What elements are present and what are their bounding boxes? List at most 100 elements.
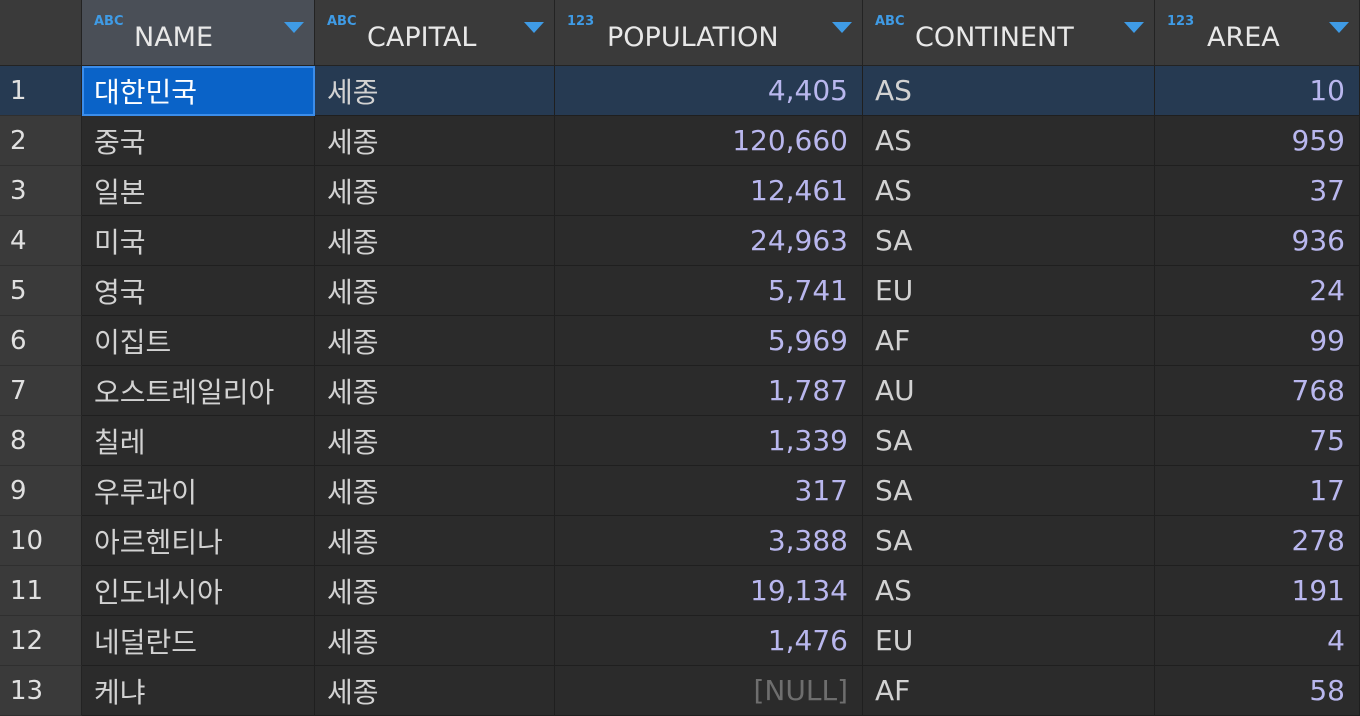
row-number[interactable]: 12 [0,616,82,666]
row-number[interactable]: 11 [0,566,82,616]
cell-area[interactable]: 278 [1155,516,1360,566]
cell-population[interactable]: 5,741 [555,266,863,316]
cell-population[interactable]: 5,969 [555,316,863,366]
cell-area[interactable]: 4 [1155,616,1360,666]
row-number[interactable]: 3 [0,166,82,216]
sort-dropdown-icon[interactable] [1124,22,1144,33]
cell-continent[interactable]: SA [863,466,1155,516]
cell-name[interactable]: 우루과이 [82,466,315,516]
cell-area[interactable]: 99 [1155,316,1360,366]
cell-area[interactable]: 75 [1155,416,1360,466]
cell-capital[interactable]: 세종 [315,466,555,516]
column-label: CONTINENT [915,22,1074,53]
cell-continent[interactable]: AU [863,366,1155,416]
text-type-icon: ABC [875,14,905,29]
cell-area[interactable]: 58 [1155,666,1360,716]
cell-capital[interactable]: 세종 [315,666,555,716]
number-type-icon: 123 [1167,14,1195,29]
cell-capital[interactable]: 세종 [315,316,555,366]
column-header-continent[interactable]: ABC CONTINENT [863,0,1155,66]
row-number[interactable]: 13 [0,666,82,716]
sort-dropdown-icon[interactable] [524,22,544,33]
cell-population[interactable]: 1,339 [555,416,863,466]
cell-name[interactable]: 오스트레일리아 [82,366,315,416]
text-type-icon: ABC [94,14,124,29]
cell-name[interactable]: 네덜란드 [82,616,315,666]
sort-dropdown-icon[interactable] [832,22,852,33]
cell-name[interactable]: 중국 [82,116,315,166]
cell-name[interactable]: 미국 [82,216,315,266]
cell-continent[interactable]: AS [863,66,1155,116]
row-number[interactable]: 2 [0,116,82,166]
cell-continent[interactable]: AF [863,316,1155,366]
column-label: NAME [134,22,214,53]
cell-population[interactable]: 24,963 [555,216,863,266]
row-number[interactable]: 6 [0,316,82,366]
cell-capital[interactable]: 세종 [315,266,555,316]
cell-capital[interactable]: 세종 [315,566,555,616]
sort-dropdown-icon[interactable] [284,22,304,33]
cell-population[interactable]: 317 [555,466,863,516]
cell-continent[interactable]: EU [863,266,1155,316]
cell-continent[interactable]: AF [863,666,1155,716]
column-label: POPULATION [607,22,779,53]
grid-corner[interactable] [0,0,82,66]
cell-name[interactable]: 영국 [82,266,315,316]
cell-area[interactable]: 768 [1155,366,1360,416]
cell-area[interactable]: 959 [1155,116,1360,166]
text-type-icon: ABC [327,14,357,29]
cell-population[interactable]: 4,405 [555,66,863,116]
column-header-capital[interactable]: ABC CAPITAL [315,0,555,66]
column-header-name[interactable]: ABC NAME [82,0,315,66]
column-label: CAPITAL [367,22,477,53]
cell-capital[interactable]: 세종 [315,516,555,566]
cell-population[interactable]: 3,388 [555,516,863,566]
row-number[interactable]: 5 [0,266,82,316]
cell-area[interactable]: 191 [1155,566,1360,616]
cell-name[interactable]: 대한민국 [82,66,315,116]
cell-name[interactable]: 일본 [82,166,315,216]
cell-population[interactable]: 1,476 [555,616,863,666]
cell-population[interactable]: 19,134 [555,566,863,616]
cell-continent[interactable]: SA [863,216,1155,266]
cell-continent[interactable]: EU [863,616,1155,666]
cell-continent[interactable]: AS [863,116,1155,166]
cell-capital[interactable]: 세종 [315,66,555,116]
cell-population[interactable]: 120,660 [555,116,863,166]
cell-continent[interactable]: AS [863,166,1155,216]
sort-dropdown-icon[interactable] [1329,22,1349,33]
row-number[interactable]: 8 [0,416,82,466]
cell-area[interactable]: 17 [1155,466,1360,516]
cell-capital[interactable]: 세종 [315,616,555,666]
cell-continent[interactable]: SA [863,416,1155,466]
cell-population[interactable]: [NULL] [555,666,863,716]
cell-area[interactable]: 936 [1155,216,1360,266]
column-header-area[interactable]: 123 AREA [1155,0,1360,66]
cell-area[interactable]: 10 [1155,66,1360,116]
cell-capital[interactable]: 세종 [315,416,555,466]
cell-area[interactable]: 37 [1155,166,1360,216]
column-label: AREA [1207,22,1280,53]
cell-capital[interactable]: 세종 [315,366,555,416]
cell-capital[interactable]: 세종 [315,216,555,266]
cell-population[interactable]: 12,461 [555,166,863,216]
row-number[interactable]: 4 [0,216,82,266]
cell-name[interactable]: 아르헨티나 [82,516,315,566]
cell-capital[interactable]: 세종 [315,116,555,166]
cell-name[interactable]: 인도네시아 [82,566,315,616]
cell-population[interactable]: 1,787 [555,366,863,416]
number-type-icon: 123 [567,14,595,29]
row-number[interactable]: 9 [0,466,82,516]
column-header-population[interactable]: 123 POPULATION [555,0,863,66]
cell-area[interactable]: 24 [1155,266,1360,316]
row-number[interactable]: 10 [0,516,82,566]
cell-continent[interactable]: AS [863,566,1155,616]
cell-name[interactable]: 이집트 [82,316,315,366]
row-number[interactable]: 7 [0,366,82,416]
results-grid[interactable]: ABC NAME ABC CAPITAL 123 POPULATION ABC … [0,0,1360,716]
cell-continent[interactable]: SA [863,516,1155,566]
cell-capital[interactable]: 세종 [315,166,555,216]
cell-name[interactable]: 칠레 [82,416,315,466]
cell-name[interactable]: 케냐 [82,666,315,716]
row-number[interactable]: 1 [0,66,82,116]
